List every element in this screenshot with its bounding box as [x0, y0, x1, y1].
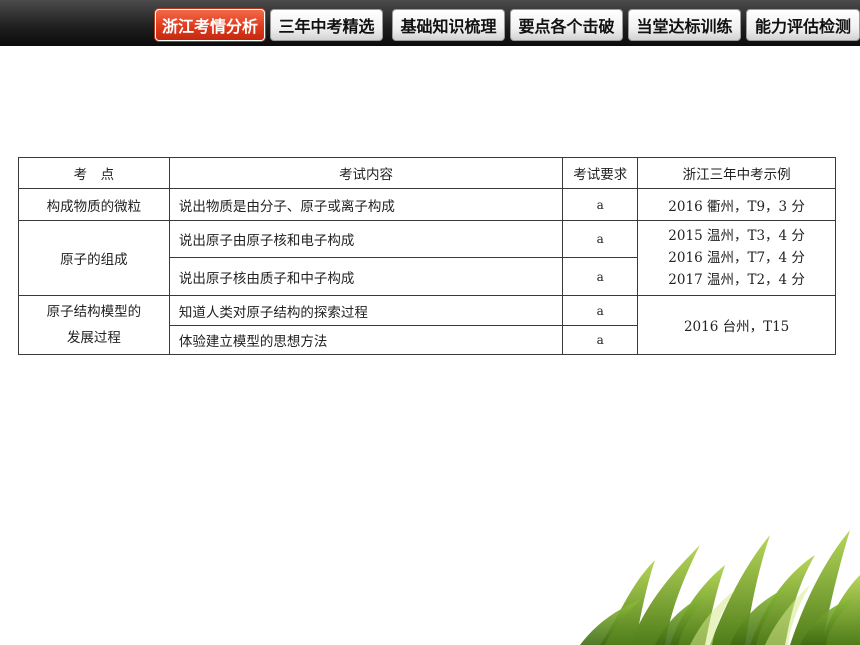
tab-ability-assessment[interactable]: 能力评估检测	[746, 9, 860, 41]
table-header-row: 考 点 考试内容 考试要求 浙江三年中考示例	[18, 157, 836, 189]
header-exam-content: 考试内容	[168, 157, 564, 189]
exam-point-text: 发展过程	[66, 330, 121, 346]
example-line: 2015 温州，T3，4 分	[668, 228, 805, 244]
exam-content-cell: 说出物质是由分子、原子或离子构成	[168, 188, 564, 221]
exam-content-cell: 说出原子由原子核和电子构成	[168, 220, 564, 258]
exam-analysis-table: 考 点 考试内容 考试要求 浙江三年中考示例 构成物质的微粒 说出物质是由分子、…	[18, 157, 836, 355]
exam-content-cell: 说出原子核由质子和中子构成	[168, 257, 564, 296]
table-row: 原子的组成 说出原子由原子核和电子构成 a 2015 温州，T3，4 分 201…	[18, 220, 836, 296]
header-exam-requirement: 考试要求	[562, 157, 639, 189]
exam-point-cell: 原子结构模型的 发展过程	[18, 295, 170, 355]
tab-three-year-selection[interactable]: 三年中考精选	[270, 9, 383, 41]
exam-example-cell: 2016 衢州，T9，3 分	[637, 188, 836, 221]
header-exam-point: 考 点	[18, 157, 170, 189]
top-navigation-bar: 浙江考情分析 三年中考精选 基础知识梳理 要点各个击破 当堂达标训练 能力评估检…	[0, 0, 860, 46]
exam-point-text: 原子的组成	[60, 252, 128, 268]
exam-example-cell: 2015 温州，T3，4 分 2016 温州，T7，4 分 2017 温州，T2…	[637, 220, 836, 296]
tab-classroom-training[interactable]: 当堂达标训练	[628, 9, 741, 41]
exam-point-text: 原子结构模型的	[46, 304, 142, 320]
table-row: 原子结构模型的 发展过程 知道人类对原子结构的探索过程 a 2016 台州，T1…	[18, 295, 836, 355]
exam-requirement-cell: a	[562, 257, 639, 296]
exam-content-cell: 体验建立模型的思想方法	[168, 325, 564, 355]
example-line: 2016 温州，T7，4 分	[668, 250, 805, 266]
exam-example-cell: 2016 台州，T15	[637, 295, 836, 355]
tab-basic-knowledge[interactable]: 基础知识梳理	[392, 9, 505, 41]
table-row: 构成物质的微粒 说出物质是由分子、原子或离子构成 a 2016 衢州，T9，3 …	[18, 188, 836, 221]
exam-point-text: 构成物质的微粒	[46, 198, 142, 215]
exam-content-cell: 知道人类对原子结构的探索过程	[168, 295, 564, 326]
exam-requirement-cell: a	[562, 325, 639, 355]
example-line: 2017 温州，T2，4 分	[668, 272, 805, 288]
exam-requirement-cell: a	[562, 295, 639, 326]
exam-requirement-cell: a	[562, 188, 639, 221]
exam-point-cell: 构成物质的微粒	[18, 188, 170, 221]
grass-leaves-icon	[580, 530, 860, 645]
header-zhejiang-examples: 浙江三年中考示例	[637, 157, 836, 189]
tab-key-points[interactable]: 要点各个击破	[510, 9, 623, 41]
exam-point-cell: 原子的组成	[18, 220, 170, 296]
exam-requirement-cell: a	[562, 220, 639, 258]
tab-exam-analysis[interactable]: 浙江考情分析	[155, 9, 265, 41]
